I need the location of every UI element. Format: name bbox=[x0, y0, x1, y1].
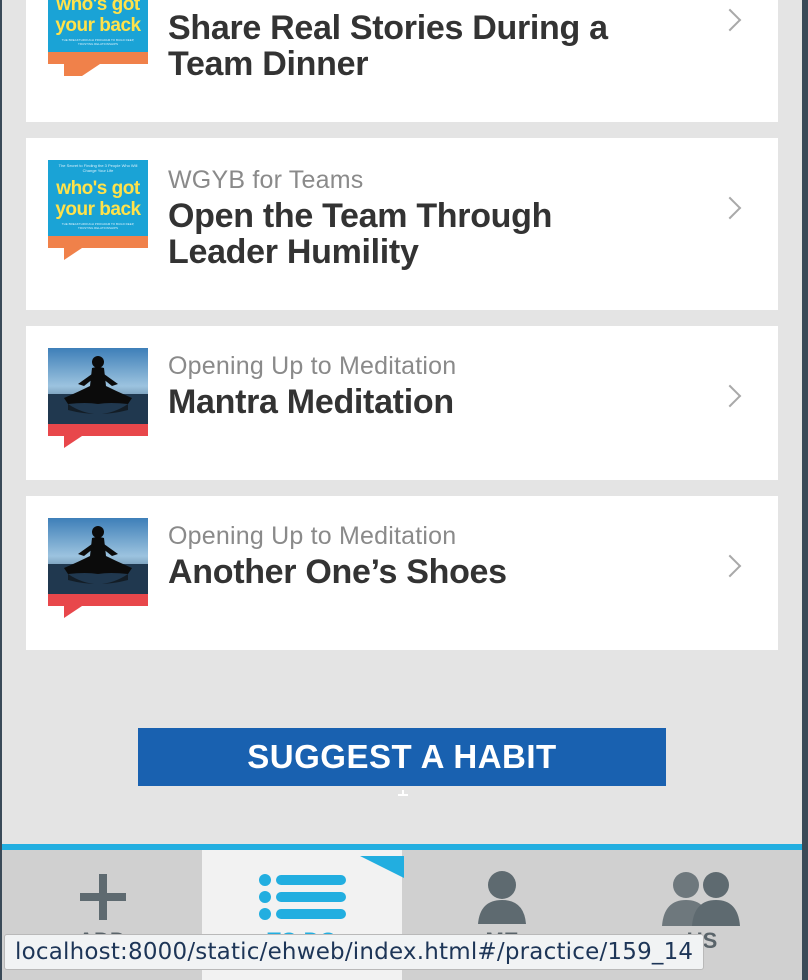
practice-thumbnail bbox=[48, 518, 148, 618]
book-cover-image: The Secret to Finding the 3 People Who W… bbox=[48, 0, 148, 52]
practice-thumbnail: The Secret to Finding the 3 People Who W… bbox=[48, 160, 148, 260]
chevron-right-icon bbox=[718, 196, 742, 220]
list-icon bbox=[258, 872, 348, 922]
practice-title-line: Mantra Meditation bbox=[168, 383, 454, 421]
chevron-right-icon bbox=[718, 554, 742, 578]
practice-title-line: Open the Team Through bbox=[168, 197, 553, 235]
practice-card[interactable]: Opening Up to Meditation Mantra Meditati… bbox=[26, 326, 778, 480]
plus-icon bbox=[80, 874, 126, 920]
chevron-right-icon bbox=[718, 8, 742, 32]
chevron-right-icon bbox=[718, 384, 742, 408]
practice-category: Opening Up to Meditation bbox=[168, 352, 457, 380]
status-url-bar: localhost:8000/static/ehweb/index.html#/… bbox=[4, 934, 705, 970]
meditation-image bbox=[48, 518, 148, 594]
practice-category: Opening Up to Meditation bbox=[168, 522, 457, 550]
practice-title-line: Leader Humility bbox=[168, 233, 419, 271]
person-icon bbox=[476, 870, 528, 924]
meditation-image bbox=[48, 348, 148, 424]
app-window: The Secret to Finding the 3 People Who W… bbox=[2, 0, 802, 980]
practice-title-line: Share Real Stories During a bbox=[168, 9, 608, 47]
cursor-mark bbox=[398, 790, 408, 800]
practice-category: WGYB for Teams bbox=[168, 166, 364, 194]
practice-card[interactable]: The Secret to Finding the 3 People Who W… bbox=[26, 138, 778, 310]
practice-card[interactable]: Opening Up to Meditation Another One’s S… bbox=[26, 496, 778, 650]
active-tab-indicator bbox=[360, 856, 404, 878]
practice-thumbnail: The Secret to Finding the 3 People Who W… bbox=[48, 0, 148, 76]
practice-thumbnail bbox=[48, 348, 148, 448]
people-icon bbox=[662, 870, 742, 926]
practice-title-line: Team Dinner bbox=[168, 45, 369, 83]
practice-card[interactable]: The Secret to Finding the 3 People Who W… bbox=[26, 0, 778, 122]
book-cover-image: The Secret to Finding the 3 People Who W… bbox=[48, 160, 148, 236]
suggest-habit-button[interactable]: SUGGEST A HABIT bbox=[138, 728, 666, 786]
practice-title-line: Another One’s Shoes bbox=[168, 553, 507, 591]
